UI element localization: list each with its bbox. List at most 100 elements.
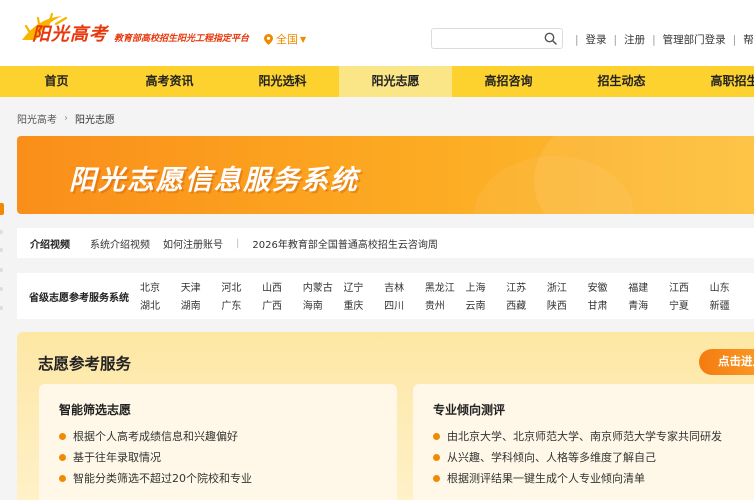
province-systems: 省级志愿参考服务系统 北京 天津 河北 山西 内蒙古 辽宁 吉林 黑龙江 上海 … — [17, 273, 754, 319]
list-item: 基于往年录取情况 — [59, 447, 252, 468]
nav-item-consultation[interactable]: 高招咨询 — [452, 66, 565, 97]
admin-login-link[interactable]: 管理部门登录 — [663, 32, 726, 47]
divider: | — [652, 33, 656, 46]
bullet-dot-icon — [433, 475, 440, 482]
province-link[interactable]: 甘肃 — [588, 297, 629, 315]
province-link[interactable]: 内蒙古 — [303, 279, 344, 297]
list-item-text: 基于往年录取情况 — [73, 451, 161, 464]
feature-list: 由北京大学、北京师范大学、南京师范大学专家共同研发 从兴趣、学科倾向、人格等多维… — [433, 426, 722, 489]
province-link[interactable]: 云南 — [466, 297, 507, 315]
list-item-text: 从兴趣、学科倾向、人格等多维度了解自己 — [447, 451, 656, 464]
province-link[interactable]: 湖北 — [140, 297, 181, 315]
province-link[interactable]: 上海 — [466, 279, 507, 297]
province-link[interactable]: 西藏 — [506, 297, 547, 315]
province-link[interactable]: 安徽 — [588, 279, 629, 297]
feature-list: 根据个人高考成绩信息和兴趣偏好 基于往年录取情况 智能分类筛选不超过20个院校和… — [59, 426, 252, 489]
bullet-dot-icon — [59, 454, 66, 461]
province-link[interactable]: 北京 — [140, 279, 181, 297]
region-label: 全国 — [276, 33, 298, 46]
bullet-dot-icon — [433, 454, 440, 461]
bullet-dot-icon — [433, 433, 440, 440]
province-link[interactable]: 广西 — [262, 297, 303, 315]
province-link[interactable]: 宁夏 — [669, 297, 710, 315]
search-box — [431, 28, 563, 49]
province-link[interactable]: 浙江 — [547, 279, 588, 297]
intro-video-row: 介绍视频 系统介绍视频 如何注册账号 | 2026年教育部全国普通高校招生云咨询… — [17, 228, 754, 258]
side-indicator[interactable] — [0, 306, 3, 310]
logo-subtitle: 教育部高校招生阳光工程指定平台 — [114, 34, 250, 44]
chevron-right-icon: › — [64, 113, 68, 124]
register-link[interactable]: 注册 — [624, 32, 645, 47]
divider: | — [613, 33, 618, 46]
list-item-text: 根据个人高考成绩信息和兴趣偏好 — [73, 430, 238, 443]
province-link[interactable]: 辽宁 — [343, 279, 384, 297]
side-indicator[interactable] — [0, 268, 3, 272]
smart-filter-card[interactable]: 智能筛选志愿 根据个人高考成绩信息和兴趣偏好 基于往年录取情况 智能分类筛选不超… — [39, 384, 397, 500]
list-item-text: 根据测评结果一键生成个人专业倾向清单 — [447, 472, 645, 485]
login-link[interactable]: 登录 — [586, 32, 607, 47]
register-guide-link[interactable]: 如何注册账号 — [163, 236, 223, 251]
service-title: 志愿参考服务 — [38, 355, 132, 373]
province-link[interactable]: 贵州 — [425, 297, 466, 315]
nav-item-admission-news[interactable]: 招生动态 — [565, 66, 678, 97]
province-link[interactable]: 天津 — [181, 279, 222, 297]
major-assessment-card[interactable]: 专业倾向测评 由北京大学、北京师范大学、南京师范大学专家共同研发 从兴趣、学科倾… — [413, 384, 754, 500]
list-item: 从兴趣、学科倾向、人格等多维度了解自己 — [433, 447, 722, 468]
province-link[interactable]: 江苏 — [506, 279, 547, 297]
nav-item-home[interactable]: 首页 — [0, 66, 113, 97]
site-logo[interactable]: 阳光高考 教育部高校招生阳光工程指定平台 — [18, 10, 249, 50]
enter-button[interactable]: 点击进入 — [699, 349, 754, 375]
search-input[interactable] — [438, 31, 543, 46]
province-link[interactable]: 福建 — [628, 279, 669, 297]
region-selector[interactable]: 全国 ▼ — [264, 31, 306, 47]
logo-title: 阳光高考 — [32, 24, 108, 45]
hero-banner: 阳光志愿信息服务系统 — [17, 136, 754, 214]
province-link[interactable]: 陕西 — [547, 297, 588, 315]
divider: | — [575, 33, 579, 46]
video-label: 介绍视频 — [30, 239, 70, 251]
list-item: 由北京大学、北京师范大学、南京师范大学专家共同研发 — [433, 426, 722, 447]
caret-down-icon: ▼ — [300, 34, 307, 44]
breadcrumb: 阳光高考 › 阳光志愿 — [17, 111, 115, 126]
list-item-text: 智能分类筛选不超过20个院校和专业 — [73, 472, 252, 485]
volunteer-reference-service: 志愿参考服务 点击进入 智能筛选志愿 根据个人高考成绩信息和兴趣偏好 基于往年录… — [17, 332, 754, 500]
bullet-dot-icon — [59, 475, 66, 482]
province-link[interactable]: 河北 — [221, 279, 262, 297]
province-grid: 北京 天津 河北 山西 内蒙古 辽宁 吉林 黑龙江 上海 江苏 浙江 安徽 福建… — [140, 279, 754, 315]
divider: | — [236, 237, 240, 249]
province-link[interactable]: 四川 — [384, 297, 425, 315]
breadcrumb-home[interactable]: 阳光高考 — [17, 111, 57, 126]
nav-item-volunteer[interactable]: 阳光志愿 — [339, 66, 452, 97]
banner-title: 阳光志愿信息服务系统 — [69, 165, 359, 196]
nav-item-subject-selection[interactable]: 阳光选科 — [226, 66, 339, 97]
system-intro-video-link[interactable]: 系统介绍视频 — [90, 236, 150, 251]
province-link[interactable]: 吉林 — [384, 279, 425, 297]
province-link[interactable]: 新疆 — [710, 297, 751, 315]
province-link[interactable]: 黑龙江 — [425, 279, 466, 297]
province-link[interactable]: 江西 — [669, 279, 710, 297]
side-indicator-active[interactable] — [0, 203, 4, 215]
province-link[interactable]: 广东 — [221, 297, 262, 315]
help-center-link[interactable]: 帮助中心 — [743, 32, 754, 47]
nav-item-vocational[interactable]: 高职招生 — [678, 66, 754, 97]
breadcrumb-current: 阳光志愿 — [75, 115, 115, 126]
province-link[interactable]: 重庆 — [343, 297, 384, 315]
province-link[interactable]: 山东 — [710, 279, 751, 297]
nav-item-news[interactable]: 高考资讯 — [113, 66, 226, 97]
province-link[interactable]: 海南 — [303, 297, 344, 315]
site-header: 阳光高考 教育部高校招生阳光工程指定平台 全国 ▼ | 登录 | 注册 | 管理… — [0, 0, 754, 66]
province-link[interactable]: 湖南 — [181, 297, 222, 315]
province-link[interactable]: 山西 — [262, 279, 303, 297]
list-item: 智能分类筛选不超过20个院校和专业 — [59, 468, 252, 489]
side-indicator[interactable] — [0, 248, 3, 252]
province-link[interactable]: 青海 — [628, 297, 669, 315]
top-links: | 登录 | 注册 | 管理部门登录 | 帮助中心 — [568, 32, 754, 47]
side-indicator[interactable] — [0, 230, 3, 234]
cloud-consultation-link[interactable]: 2026年教育部全国普通高校招生云咨询周 — [252, 236, 437, 251]
search-icon[interactable] — [544, 32, 557, 45]
main-nav: 首页 高考资讯 阳光选科 阳光志愿 高招咨询 招生动态 高职招生 — [0, 66, 754, 97]
card-title: 智能筛选志愿 — [59, 403, 132, 417]
divider: | — [732, 33, 737, 46]
side-indicator[interactable] — [0, 287, 3, 291]
bullet-dot-icon — [59, 433, 66, 440]
